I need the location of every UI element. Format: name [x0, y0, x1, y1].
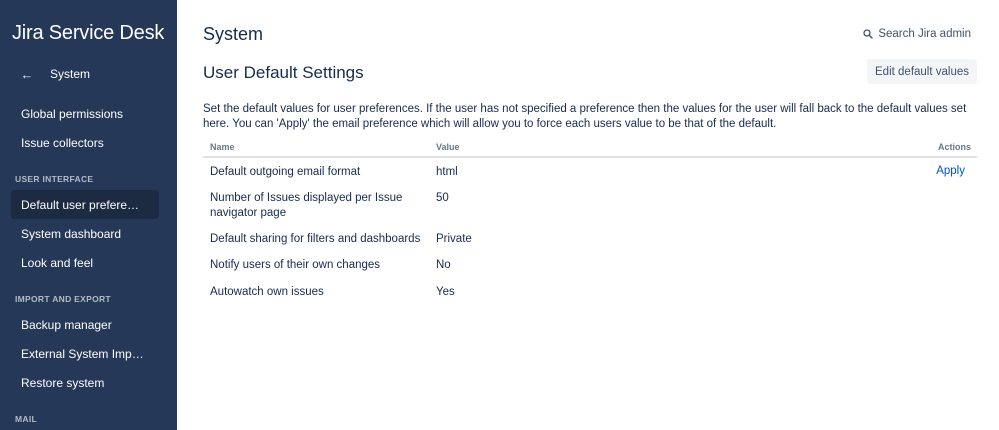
row-name: Default outgoing email format: [210, 166, 361, 178]
search-label: Search Jira admin: [878, 28, 971, 40]
table-row: Autowatch own issues Yes: [203, 279, 977, 306]
sidebar-item-look-and-feel[interactable]: Look and feel: [11, 248, 159, 277]
row-value: 50: [436, 192, 449, 204]
main-content: System Search Jira admin User Default Se…: [177, 0, 999, 430]
sidebar-section-user-interface: USER INTERFACE: [15, 174, 94, 184]
column-header-actions: Actions: [937, 142, 971, 152]
table-row: Number of Issues displayed per Issue nav…: [203, 185, 977, 226]
sidebar-item-external-system-import[interactable]: External System Imp…: [11, 339, 159, 368]
search-icon: [863, 29, 874, 39]
sidebar-item-global-permissions[interactable]: Global permissions: [11, 99, 159, 128]
sidebar-item-restore-system[interactable]: Restore system: [11, 368, 159, 397]
back-label: System: [50, 67, 91, 81]
column-header-name: Name: [210, 142, 235, 152]
edit-default-values-button[interactable]: Edit default values: [867, 59, 977, 84]
sidebar-item-default-user-preferences[interactable]: Default user prefere…: [11, 190, 159, 219]
table-row: Default sharing for filters and dashboar…: [203, 226, 977, 252]
description-text: Set the default values for user preferen…: [203, 103, 967, 130]
sidebar-section-import-export: IMPORT AND EXPORT: [15, 294, 111, 304]
settings-table: Name Value Actions Default outgoing emai…: [203, 139, 977, 306]
section-title: User Default Settings: [203, 63, 364, 82]
app-brand: Jira Service Desk: [12, 22, 165, 44]
row-value: Private: [436, 233, 472, 245]
row-name: Notify users of their own changes: [210, 259, 381, 271]
row-name: Number of Issues displayed per Issue nav…: [210, 192, 403, 219]
sidebar-item-issue-collectors[interactable]: Issue collectors: [11, 128, 159, 157]
apply-button[interactable]: Apply: [936, 165, 965, 177]
table-row: Notify users of their own changes No: [203, 252, 977, 279]
sidebar: Jira Service Desk ← System Global permis…: [0, 0, 177, 430]
row-name: Autowatch own issues: [210, 286, 324, 298]
sidebar-item-backup-manager[interactable]: Backup manager: [11, 310, 159, 339]
row-name: Default sharing for filters and dashboar…: [210, 233, 421, 245]
row-value: No: [436, 259, 451, 271]
search-jira-admin-link[interactable]: Search Jira admin: [863, 28, 971, 40]
table-row: Default outgoing email format html Apply: [203, 158, 977, 185]
table-header: Name Value Actions: [203, 139, 977, 158]
page-title: System: [203, 24, 264, 44]
back-to-system-link[interactable]: ← System: [12, 60, 164, 88]
row-value: Yes: [436, 286, 455, 298]
sidebar-item-system-dashboard[interactable]: System dashboard: [11, 219, 159, 248]
row-value: html: [436, 166, 458, 178]
back-arrow-icon: ←: [20, 66, 34, 82]
column-header-value: Value: [436, 142, 460, 152]
sidebar-section-mail: MAIL: [15, 414, 37, 424]
